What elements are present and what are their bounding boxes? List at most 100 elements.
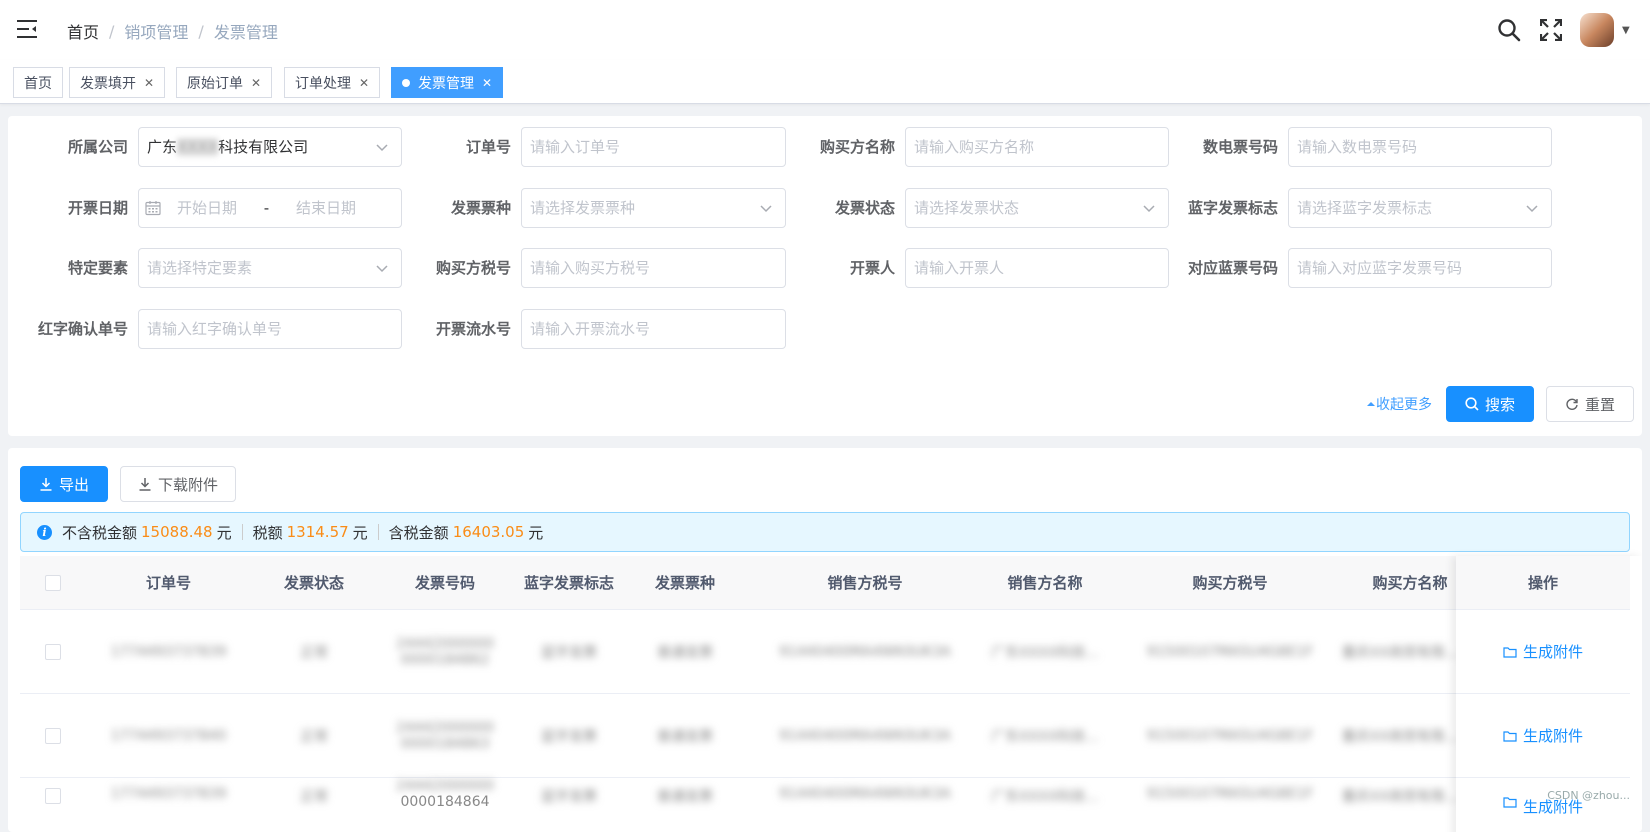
red-confirm-no-label: 红字确认单号	[37, 320, 128, 338]
folder-icon	[1503, 797, 1517, 808]
hamburger-menu-icon[interactable]	[16, 18, 38, 40]
export-button[interactable]: 导出	[20, 466, 108, 502]
col-buyer-tax: 购买方税号	[1192, 574, 1268, 592]
generate-attachment-link[interactable]: 生成附件	[1456, 610, 1630, 694]
tax-amount: 1314.57	[286, 523, 349, 541]
related-blue-no-input[interactable]: 请输入对应蓝字发票号码	[1288, 248, 1552, 288]
drawer-input[interactable]: 请输入开票人	[905, 248, 1169, 288]
chevron-down-icon	[1143, 205, 1155, 213]
invoice-type-label: 发票票种	[450, 199, 511, 217]
download-icon	[40, 478, 52, 491]
search-button[interactable]: 搜索	[1446, 386, 1534, 422]
buyer-tax-no-label: 购买方税号	[435, 259, 511, 277]
download-attachment-button[interactable]: 下载附件	[120, 466, 236, 502]
col-seller-name: 销售方名称	[1007, 574, 1083, 592]
search-actions: 收起更多 搜索 重置	[1366, 386, 1634, 422]
table-card: 导出 下载附件 i 不含税金额 15088.48 元 税额 1314.57 元 …	[8, 448, 1642, 832]
folder-icon	[1503, 730, 1517, 742]
tags-view: 首页 发票填开 ✕ 原始订单 ✕ 订单处理 ✕ 发票管理 ✕	[0, 60, 1650, 104]
end-date-input[interactable]: 结束日期	[296, 199, 356, 217]
breadcrumb-output-tax[interactable]: 销项管理	[124, 19, 188, 43]
summary-alert: i 不含税金额 15088.48 元 税额 1314.57 元 含税金额 164…	[20, 512, 1630, 552]
chevron-down-icon	[760, 205, 772, 213]
right-menu: ▼	[1496, 0, 1650, 60]
invoice-type-select[interactable]: 请选择发票票种	[521, 188, 786, 228]
invoice-date-range[interactable]: 开始日期 - 结束日期	[138, 188, 402, 228]
table-toolbar: 导出 下载附件	[20, 466, 236, 502]
breadcrumb: 首页 / 销项管理 / 发票管理	[67, 19, 278, 43]
tag-order-process[interactable]: 订单处理 ✕	[284, 67, 381, 98]
refresh-icon	[1566, 398, 1578, 410]
buyer-name-label: 购买方名称	[819, 138, 895, 156]
table-row[interactable]: 1774493737839 正常 24442000000 0000184862 蓝…	[20, 610, 1630, 694]
einvoice-no-input[interactable]: 请输入数电票号码	[1288, 127, 1552, 167]
col-seller-tax: 销售方税号	[827, 574, 903, 592]
select-all-checkbox[interactable]	[45, 575, 61, 591]
buyer-tax-no-input[interactable]: 请输入购买方税号	[521, 248, 786, 288]
user-avatar[interactable]	[1580, 13, 1614, 47]
close-icon[interactable]: ✕	[144, 76, 154, 90]
navbar: 首页 / 销项管理 / 发票管理 ▼	[0, 0, 1650, 60]
close-icon[interactable]: ✕	[251, 76, 261, 90]
serial-no-label: 开票流水号	[435, 320, 511, 338]
generate-attachment-link[interactable]: 生成附件	[1456, 694, 1630, 778]
folder-icon	[1503, 646, 1517, 658]
start-date-input[interactable]: 开始日期	[177, 199, 237, 217]
search-icon[interactable]	[1496, 17, 1522, 43]
chevron-down-icon	[376, 144, 388, 152]
close-icon[interactable]: ✕	[359, 76, 369, 90]
col-status: 发票状态	[283, 574, 344, 592]
search-form: 所属公司 广东XXXX科技有限公司 订单号 请输入订单号 购买方名称 请输入购买…	[8, 116, 1642, 436]
tag-original-order[interactable]: 原始订单 ✕	[176, 67, 273, 98]
tag-invoice-management[interactable]: 发票管理 ✕	[391, 67, 504, 98]
breadcrumb-invoice-management: 发票管理	[213, 23, 278, 42]
drawer-label: 开票人	[849, 259, 895, 277]
related-blue-no-label: 对应蓝票号码	[1187, 259, 1278, 277]
col-operation: 操作	[1456, 556, 1630, 610]
close-icon[interactable]: ✕	[482, 76, 492, 90]
tag-home[interactable]: 首页	[13, 67, 63, 98]
active-dot-icon	[402, 78, 410, 87]
incl-tax-amount: 16403.05	[452, 523, 525, 541]
search-icon	[1465, 397, 1479, 411]
chevron-down-icon	[1526, 205, 1538, 213]
chevron-down-icon	[376, 265, 388, 273]
excl-tax-amount: 15088.48	[141, 523, 213, 541]
table-header: 订单号 发票状态 发票号码 蓝字发票标志 发票票种 销售方税号 销售方名称 购买…	[20, 556, 1630, 610]
col-order-no: 订单号	[145, 574, 191, 592]
table-row[interactable]: 1774493737840 正常 24442000000 0000184863 蓝…	[20, 694, 1630, 778]
tag-invoice-issue[interactable]: 发票填开 ✕	[69, 67, 166, 98]
order-no-input[interactable]: 请输入订单号	[521, 127, 786, 167]
breadcrumb-home[interactable]: 首页	[67, 19, 99, 43]
red-confirm-no-input[interactable]: 请输入红字确认单号	[138, 309, 402, 349]
company-label: 所属公司	[67, 138, 128, 156]
blue-flag-label: 蓝字发票标志	[1187, 199, 1278, 217]
invoice-status-select[interactable]: 请选择发票状态	[905, 188, 1169, 228]
company-select[interactable]: 广东XXXX科技有限公司	[138, 127, 402, 167]
row-checkbox[interactable]	[45, 644, 61, 660]
invoice-status-label: 发票状态	[834, 199, 895, 217]
info-icon: i	[37, 524, 52, 540]
fullscreen-icon[interactable]	[1538, 17, 1564, 43]
caret-down-icon[interactable]: ▼	[1622, 25, 1642, 36]
collapse-more-link[interactable]: 收起更多	[1366, 394, 1432, 414]
watermark: CSDN @zhou...	[1547, 789, 1630, 802]
row-checkbox[interactable]	[45, 728, 61, 744]
row-checkbox[interactable]	[45, 788, 61, 804]
buyer-name-input[interactable]: 请输入购买方名称	[905, 127, 1169, 167]
serial-no-input[interactable]: 请输入开票流水号	[521, 309, 786, 349]
col-invoice-type: 发票票种	[654, 574, 715, 592]
download-icon	[139, 478, 151, 491]
calendar-icon	[145, 201, 161, 216]
einvoice-no-label: 数电票号码	[1202, 138, 1278, 156]
col-invoice-no: 发票号码	[414, 574, 475, 592]
special-element-label: 特定要素	[67, 259, 128, 277]
blue-flag-select[interactable]: 请选择蓝字发票标志	[1288, 188, 1552, 228]
generate-attachment-link[interactable]: 生成附件	[1456, 778, 1630, 832]
order-no-label: 订单号	[465, 138, 511, 156]
caret-up-icon	[1367, 402, 1375, 406]
invoice-date-label: 开票日期	[67, 199, 128, 217]
table-row[interactable]: 1774493737839 正常 24442000000 0000184864 蓝…	[20, 778, 1630, 832]
reset-button[interactable]: 重置	[1546, 386, 1634, 422]
special-element-select[interactable]: 请选择特定要素	[138, 248, 402, 288]
